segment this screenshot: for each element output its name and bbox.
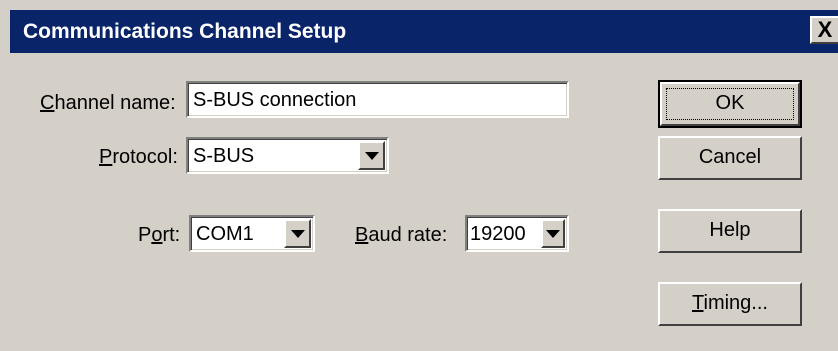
baud-rate-label: Baud rate: — [355, 224, 448, 246]
close-button[interactable]: X — [810, 16, 838, 44]
close-icon: X — [817, 17, 833, 42]
protocol-value: S-BUS — [193, 145, 255, 167]
ok-button[interactable]: OK — [658, 80, 802, 128]
chevron-down-icon — [546, 229, 560, 238]
protocol-label: Protocol: — [99, 146, 178, 168]
port-select[interactable]: COM1 — [189, 215, 315, 252]
cancel-button-label: Cancel — [698, 146, 762, 168]
chevron-down-icon — [290, 229, 305, 238]
help-button-label: Help — [709, 219, 751, 241]
port-label: Port: — [138, 224, 181, 246]
focus-rectangle — [666, 88, 794, 120]
channel-name-label: Channel name: — [40, 92, 176, 114]
protocol-select[interactable]: S-BUS — [186, 137, 389, 174]
port-value: COM1 — [196, 223, 254, 245]
baud-rate-dropdown-button[interactable] — [541, 219, 565, 248]
channel-name-input[interactable]: S-BUS connection — [186, 81, 569, 118]
timing-button-label: iming... — [703, 292, 768, 314]
timing-mnemonic: T — [692, 292, 704, 314]
channel-name-value: S-BUS connection — [193, 89, 357, 111]
dialog-title: Communications Channel Setup — [23, 20, 347, 43]
cancel-button[interactable]: Cancel — [658, 136, 802, 180]
title-bar[interactable]: Communications Channel Setup — [10, 10, 838, 53]
baud-rate-value: 19200 — [470, 223, 526, 245]
chevron-down-icon — [364, 151, 379, 160]
protocol-dropdown-button[interactable] — [358, 141, 385, 170]
port-dropdown-button[interactable] — [284, 219, 311, 248]
dialog-window: Communications Channel Setup X Channel n… — [0, 0, 838, 351]
timing-button[interactable]: Timing... — [658, 282, 802, 326]
help-button[interactable]: Help — [658, 209, 802, 253]
baud-rate-select[interactable]: 19200 — [465, 215, 569, 252]
